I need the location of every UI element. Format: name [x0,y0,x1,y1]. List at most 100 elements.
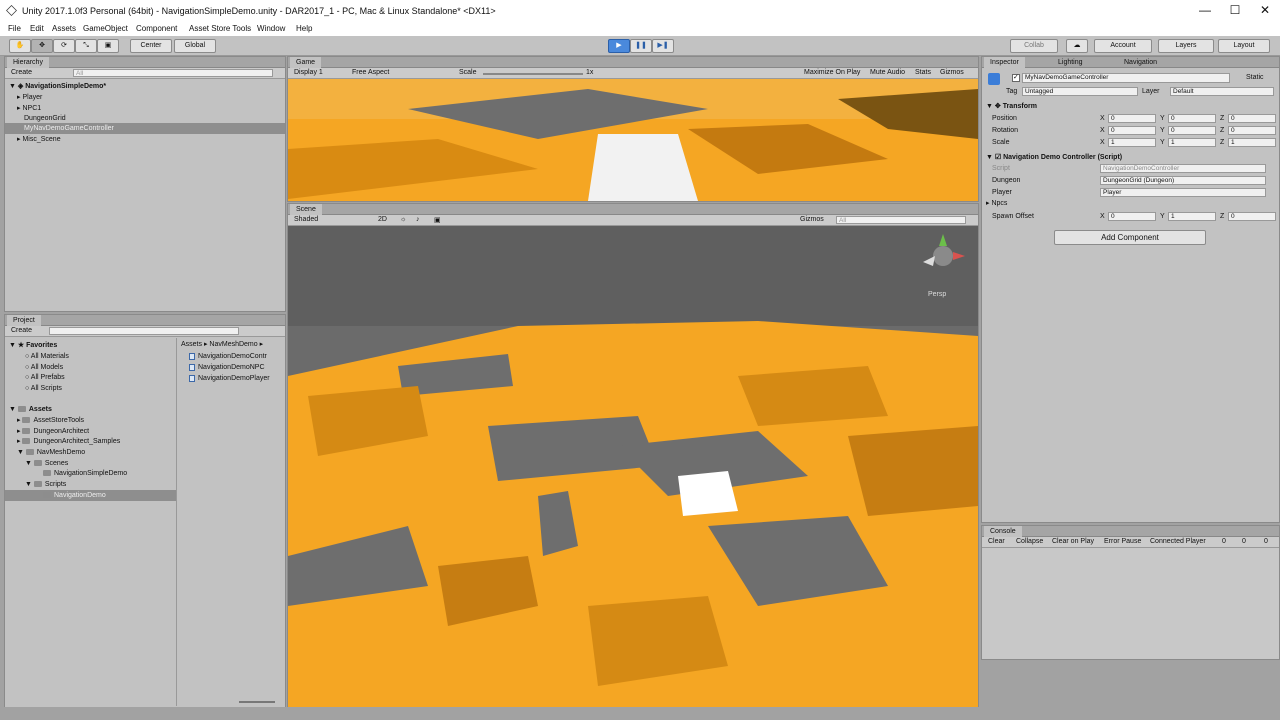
account-button[interactable]: Account [1094,39,1152,53]
hierarchy-search-input[interactable]: All [73,69,273,77]
maximize-icon[interactable]: ☐ [1220,3,1250,17]
folder-assetstoretools[interactable]: ▸ AssetStoreTools [17,415,84,426]
effects-toggle-icon[interactable]: ▣ [434,216,441,224]
menu-component[interactable]: Component [136,24,177,33]
error-count[interactable]: 0 [1264,538,1268,545]
object-name-field[interactable]: MyNavDemoGameController [1022,73,1230,83]
scale-x-field[interactable]: 1 [1108,138,1156,147]
hierarchy-scene-root[interactable]: ▼ ◈ NavigationSimpleDemo* [9,81,106,92]
folder-dungeonarchitect-samples[interactable]: ▸ DungeonArchitect_Samples [17,436,120,447]
folder-scripts[interactable]: ▼ Scripts [25,479,66,490]
hierarchy-create-button[interactable]: Create [11,69,32,76]
folder-navmeshdemo[interactable]: ▼ NavMeshDemo [17,447,85,458]
active-checkbox[interactable]: ✓ [1012,74,1020,82]
menu-edit[interactable]: Edit [30,24,44,33]
collapse-button[interactable]: Collapse [1016,538,1043,545]
hierarchy-item-player[interactable]: ▸ Player [17,92,42,103]
hierarchy-item-misc-scene[interactable]: ▸ Misc_Scene [17,134,61,145]
spawn-z-field[interactable]: 0 [1228,212,1276,221]
tag-select[interactable]: Untagged [1022,87,1138,96]
project-create-button[interactable]: Create [11,327,32,334]
display-select[interactable]: Display 1 [294,69,323,76]
layout-button[interactable]: Layout [1218,39,1270,53]
fav-all-prefabs[interactable]: ○ All Prefabs [25,372,65,383]
tab-navigation[interactable]: Navigation [1118,57,1163,68]
scale-z-field[interactable]: 1 [1228,138,1276,147]
spawn-y-field[interactable]: 1 [1168,212,1216,221]
scale-slider[interactable] [483,73,583,75]
scene-gizmos-button[interactable]: Gizmos [800,216,824,223]
project-search-input[interactable] [49,327,239,335]
close-icon[interactable]: ✕ [1250,3,1280,17]
position-z-field[interactable]: 0 [1228,114,1276,123]
npcs-foldout[interactable]: ▸ Npcs [986,198,1007,209]
icon-size-slider[interactable] [239,701,275,703]
hand-tool-icon[interactable]: ✋ [9,39,31,53]
stats-button[interactable]: Stats [915,69,931,76]
menu-gameobject[interactable]: GameObject [83,24,128,33]
menu-file[interactable]: File [8,24,21,33]
move-tool-icon[interactable]: ✥ [31,39,53,53]
dungeon-field[interactable]: DungeonGrid (Dungeon) [1100,176,1266,185]
scene-search-input[interactable]: All [836,216,966,224]
audio-toggle-icon[interactable]: ♪ [416,216,420,223]
menu-asset-store-tools[interactable]: Asset Store Tools [189,24,251,33]
hierarchy-item-controller[interactable]: MyNavDemoGameController [5,123,285,134]
position-x-field[interactable]: 0 [1108,114,1156,123]
scale-tool-icon[interactable]: ⤡ [75,39,97,53]
log-count[interactable]: 0 [1222,538,1226,545]
warning-count[interactable]: 0 [1242,538,1246,545]
rect-tool-icon[interactable]: ▣ [97,39,119,53]
step-button[interactable]: ▶❚ [652,39,674,53]
game-viewport[interactable] [288,79,978,201]
rotation-z-field[interactable]: 0 [1228,126,1276,135]
folder-navigationsimpledemo[interactable]: NavigationSimpleDemo [43,468,127,479]
maximize-on-play-button[interactable]: Maximize On Play [804,69,860,76]
position-y-field[interactable]: 0 [1168,114,1216,123]
file-navigationdemoplayer[interactable]: NavigationDemoPlayer [189,373,270,384]
clear-on-play-button[interactable]: Clear on Play [1052,538,1094,545]
transform-header[interactable]: ▼ ✥ Transform [986,101,1037,112]
persp-label[interactable]: Persp [928,291,946,298]
rotation-x-field[interactable]: 0 [1108,126,1156,135]
shading-mode-select[interactable]: Shaded [294,216,318,223]
add-component-button[interactable]: Add Component [1054,230,1206,245]
tab-game[interactable]: Game [290,57,322,68]
spawn-x-field[interactable]: 0 [1108,212,1156,221]
tab-lighting[interactable]: Lighting [1052,57,1089,68]
fav-all-materials[interactable]: ○ All Materials [25,351,69,362]
folder-navigationdemo[interactable]: NavigationDemo [5,490,176,501]
scale-y-field[interactable]: 1 [1168,138,1216,147]
console-log-area[interactable] [982,548,1279,659]
lighting-toggle-icon[interactable]: ☼ [400,216,406,223]
player-field[interactable]: Player [1100,188,1266,197]
project-breadcrumb[interactable]: Assets ▸ NavMeshDemo ▸ [181,339,263,350]
play-button[interactable]: ▶ [608,39,630,53]
aspect-select[interactable]: Free Aspect [352,69,389,76]
fav-all-scripts[interactable]: ○ All Scripts [25,383,62,394]
rotate-tool-icon[interactable]: ⟳ [53,39,75,53]
game-gizmos-button[interactable]: Gizmos [940,69,964,76]
collab-button[interactable]: Collab [1010,39,1058,53]
script-component-header[interactable]: ▼ ☑ Navigation Demo Controller (Script) [986,152,1122,163]
minimize-icon[interactable]: — [1190,3,1220,17]
menu-window[interactable]: Window [257,24,285,33]
tab-scene[interactable]: Scene [290,204,322,215]
tab-inspector[interactable]: Inspector [984,57,1025,68]
mute-audio-button[interactable]: Mute Audio [870,69,905,76]
pivot-global-button[interactable]: Global [174,39,216,53]
favorites-node[interactable]: ▼ ★ Favorites [9,340,57,351]
pause-button[interactable]: ❚❚ [630,39,652,53]
connected-player-button[interactable]: Connected Player [1150,538,1206,545]
tab-hierarchy[interactable]: Hierarchy [7,57,49,68]
menu-help[interactable]: Help [296,24,312,33]
cloud-icon[interactable]: ☁ [1066,39,1088,53]
toggle-2d-button[interactable]: 2D [378,216,387,223]
file-navigationdemonpc[interactable]: NavigationDemoNPC [189,362,265,373]
static-toggle[interactable]: Static [1246,74,1264,81]
tab-console[interactable]: Console [984,526,1022,537]
assets-node[interactable]: ▼ Assets [9,404,52,415]
pivot-center-button[interactable]: Center [130,39,172,53]
layers-button[interactable]: Layers [1158,39,1214,53]
scene-viewport[interactable]: Persp [288,226,978,707]
